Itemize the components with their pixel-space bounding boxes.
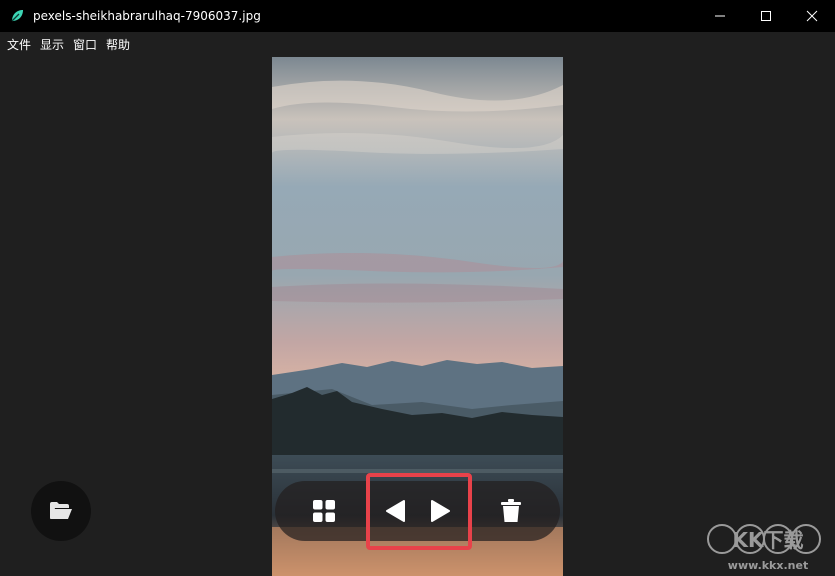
menu-file[interactable]: 文件 (4, 34, 34, 55)
menu-view[interactable]: 显示 (37, 34, 67, 55)
maximize-icon (761, 11, 771, 21)
watermark-url: www.kkx.net (728, 559, 808, 572)
image-viewer-window: pexels-sheikhabrarulhaq-7906037.jpg 文件 显… (0, 0, 835, 576)
watermark-text: KK下载 (733, 528, 804, 552)
delete-button[interactable] (491, 481, 531, 541)
menu-help[interactable]: 帮助 (103, 34, 133, 55)
open-folder-button[interactable] (31, 481, 91, 541)
folder-open-icon (50, 502, 72, 519)
gallery-button[interactable] (304, 481, 344, 541)
watermark: KK下载 www.kkx.net (706, 517, 830, 575)
minimize-button[interactable] (697, 0, 743, 32)
leaf-icon (11, 10, 23, 22)
menu-window[interactable]: 窗口 (70, 34, 100, 55)
grid-icon (313, 500, 335, 522)
window-title: pexels-sheikhabrarulhaq-7906037.jpg (33, 9, 261, 23)
minimize-icon (715, 15, 725, 17)
window-controls (697, 0, 835, 32)
close-icon (806, 10, 818, 22)
trash-icon (501, 499, 521, 522)
highlight-annotation (366, 473, 472, 550)
maximize-button[interactable] (743, 0, 789, 32)
title-bar[interactable]: pexels-sheikhabrarulhaq-7906037.jpg (0, 0, 835, 32)
menu-bar: 文件 显示 窗口 帮助 (0, 32, 835, 57)
close-button[interactable] (789, 0, 835, 32)
